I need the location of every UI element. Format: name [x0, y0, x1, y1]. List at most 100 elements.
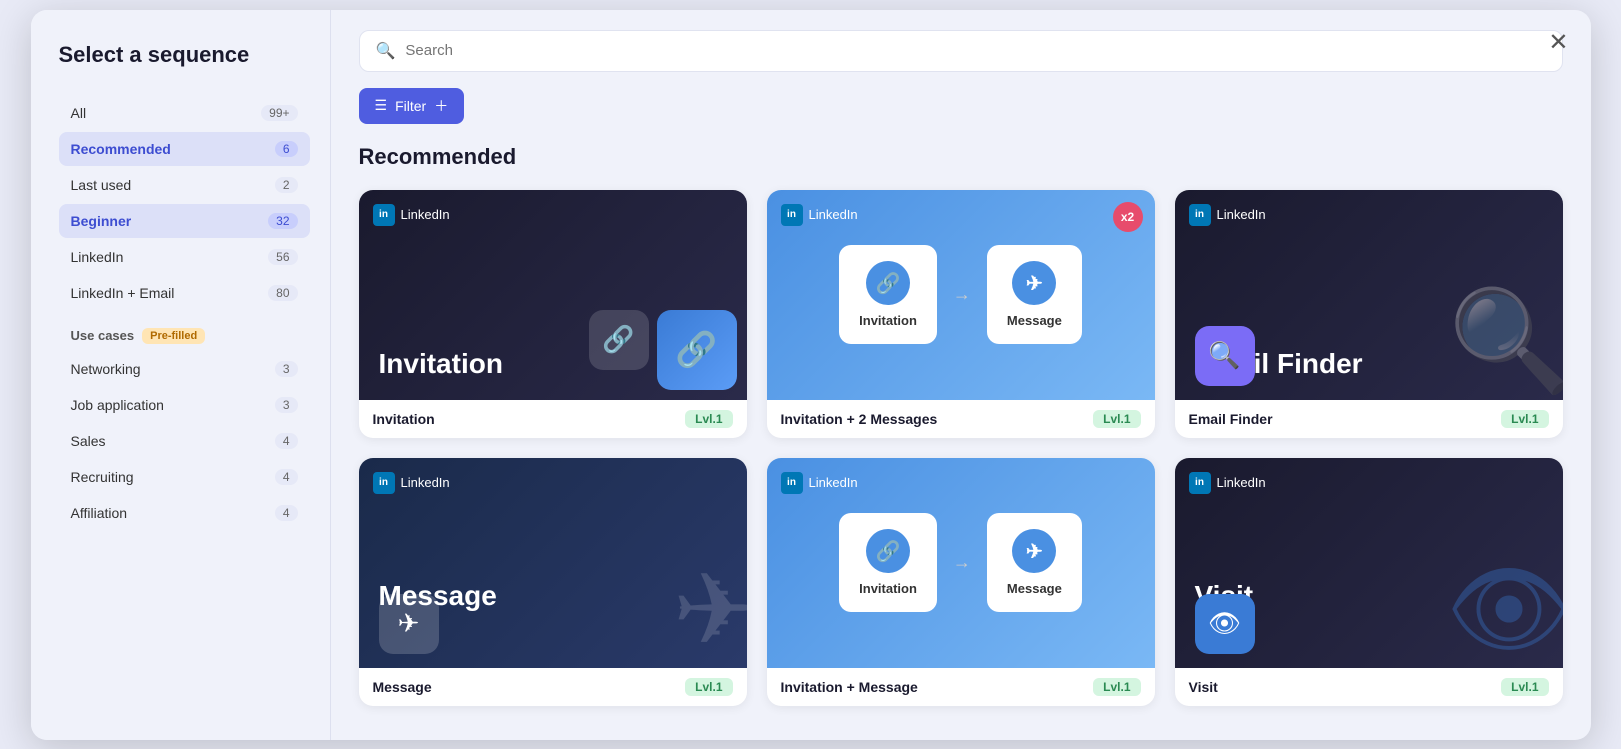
linkedin-icon: in [373, 204, 395, 226]
sidebar-item-recruiting[interactable]: Recruiting 4 [59, 460, 310, 494]
filter-icon: ☰ [375, 97, 388, 114]
sidebar-badge: 2 [275, 177, 298, 193]
sidebar-badge: 4 [275, 433, 298, 449]
sidebar-badge: 99+ [261, 105, 297, 121]
sidebar-item-last-used[interactable]: Last used 2 [59, 168, 310, 202]
flow-arrow: → [953, 284, 971, 305]
add-filter-icon: ＋ [434, 96, 448, 116]
card-footer: Visit Lvl.1 [1175, 668, 1563, 706]
card-footer: Message Lvl.1 [359, 668, 747, 706]
message-icon: ✈ [1012, 261, 1056, 305]
sidebar-item-job-application[interactable]: Job application 3 [59, 388, 310, 422]
sidebar-badge: 4 [275, 469, 298, 485]
sidebar-badge: 3 [275, 361, 298, 377]
card-image: in LinkedIn Visit 👁 👁 [1175, 458, 1563, 668]
sidebar-item-linkedin-email[interactable]: LinkedIn + Email 80 [59, 276, 310, 310]
card-flow: 🔗 Invitation → ✈ Message [767, 190, 1155, 400]
flow-step-invitation: 🔗 Invitation [839, 245, 937, 344]
filter-button[interactable]: ☰ Filter ＋ [359, 88, 465, 124]
card-main-title: Invitation [379, 348, 503, 380]
card-invitation[interactable]: in LinkedIn Invitation 🔗 🔗 Invitation Lv… [359, 190, 747, 438]
card-message[interactable]: in LinkedIn Message ✈ ✈ Message Lvl.1 [359, 458, 747, 706]
linkedin-icon: in [373, 472, 395, 494]
sidebar-badge: 32 [268, 213, 297, 229]
linkedin-icon: in [1189, 204, 1211, 226]
sidebar-item-label: Networking [71, 361, 141, 377]
level-badge: Lvl.1 [1501, 678, 1548, 696]
card-name: Message [373, 679, 432, 695]
card-name: Invitation + Message [781, 679, 918, 695]
card-invitation-message[interactable]: in LinkedIn 🔗 Invitation → ✈ Message [767, 458, 1155, 706]
sidebar-badge: 3 [275, 397, 298, 413]
sidebar-item-label: Recruiting [71, 469, 134, 485]
sidebar-item-label: LinkedIn + Email [71, 285, 175, 301]
card-platform-label: in LinkedIn [1189, 472, 1266, 494]
sidebar-item-label: All [71, 105, 87, 121]
email-finder-bg-icon: 🔍 [1448, 283, 1563, 400]
level-badge: Lvl.1 [1093, 678, 1140, 696]
card-platform-label: in LinkedIn [373, 204, 450, 226]
card-image: in LinkedIn Message ✈ ✈ [359, 458, 747, 668]
search-input[interactable] [405, 42, 1545, 59]
invitation-icon: 🔗 [866, 529, 910, 573]
sidebar-badge: 56 [268, 249, 297, 265]
sidebar-item-label: Beginner [71, 213, 132, 229]
level-badge: Lvl.1 [1093, 410, 1140, 428]
card-name: Invitation + 2 Messages [781, 411, 938, 427]
sidebar-item-label: Sales [71, 433, 106, 449]
cards-grid: in LinkedIn Invitation 🔗 🔗 Invitation Lv… [359, 190, 1563, 706]
level-badge: Lvl.1 [685, 410, 732, 428]
email-finder-icon: 🔍 [1195, 326, 1255, 386]
card-footer: Email Finder Lvl.1 [1175, 400, 1563, 438]
search-icon: 🔍 [376, 41, 396, 61]
sidebar-item-affiliation[interactable]: Affiliation 4 [59, 496, 310, 530]
sidebar-item-sales[interactable]: Sales 4 [59, 424, 310, 458]
sidebar-item-recommended[interactable]: Recommended 6 [59, 132, 310, 166]
close-button[interactable]: ✕ [1548, 28, 1568, 57]
card-platform-label: in LinkedIn [1189, 204, 1266, 226]
card-invitation-2-messages[interactable]: in LinkedIn x2 🔗 Invitation → ✈ Message [767, 190, 1155, 438]
flow-step-message: ✈ Message [987, 513, 1082, 612]
card-footer: Invitation + Message Lvl.1 [767, 668, 1155, 706]
sidebar-badge: 4 [275, 505, 298, 521]
linkedin-icon: in [1189, 472, 1211, 494]
visit-bg-icon: 👁 [1446, 551, 1563, 668]
flow-step-message: ✈ Message [987, 245, 1082, 344]
invitation-icon: 🔗 [866, 261, 910, 305]
card-platform-label: in LinkedIn [373, 472, 450, 494]
sidebar-item-label: LinkedIn [71, 249, 124, 265]
sidebar-item-linkedin[interactable]: LinkedIn 56 [59, 240, 310, 274]
card-flow: 🔗 Invitation → ✈ Message [767, 458, 1155, 668]
link-icon-large: 🔗 [657, 310, 737, 390]
visit-icon: 👁 [1195, 594, 1255, 654]
card-footer: Invitation Lvl.1 [359, 400, 747, 438]
main-content: 🔍 ☰ Filter ＋ Recommended in LinkedIn Inv… [331, 10, 1591, 740]
flow-arrow: → [953, 552, 971, 573]
card-icons: 🔗 🔗 [589, 310, 737, 390]
card-visit[interactable]: in LinkedIn Visit 👁 👁 Visit Lvl.1 [1175, 458, 1563, 706]
sidebar: Select a sequence All 99+ Recommended 6 … [31, 10, 331, 740]
sidebar-item-all[interactable]: All 99+ [59, 96, 310, 130]
card-image: in LinkedIn Invitation 🔗 🔗 [359, 190, 747, 400]
sidebar-item-label: Recommended [71, 141, 171, 157]
message-bg-icon: ✈ [673, 551, 747, 668]
card-email-finder[interactable]: in LinkedIn Email Finder 🔍 🔍 Email Finde… [1175, 190, 1563, 438]
filter-label: Filter [395, 98, 426, 114]
sidebar-item-networking[interactable]: Networking 3 [59, 352, 310, 386]
chain-icon: 🔗 [589, 310, 649, 370]
card-name: Visit [1189, 679, 1218, 695]
card-name: Invitation [373, 411, 435, 427]
level-badge: Lvl.1 [1501, 410, 1548, 428]
card-name: Email Finder [1189, 411, 1273, 427]
sidebar-item-beginner[interactable]: Beginner 32 [59, 204, 310, 238]
sidebar-badge: 6 [275, 141, 298, 157]
message-icon: ✈ [379, 594, 439, 654]
flow-step-invitation: 🔗 Invitation [839, 513, 937, 612]
level-badge: Lvl.1 [685, 678, 732, 696]
sidebar-title: Select a sequence [59, 42, 310, 68]
section-heading: Recommended [359, 144, 1563, 170]
message-icon: ✈ [1012, 529, 1056, 573]
sidebar-item-label: Job application [71, 397, 164, 413]
sidebar-badge: 80 [268, 285, 297, 301]
search-bar: 🔍 [359, 30, 1563, 72]
